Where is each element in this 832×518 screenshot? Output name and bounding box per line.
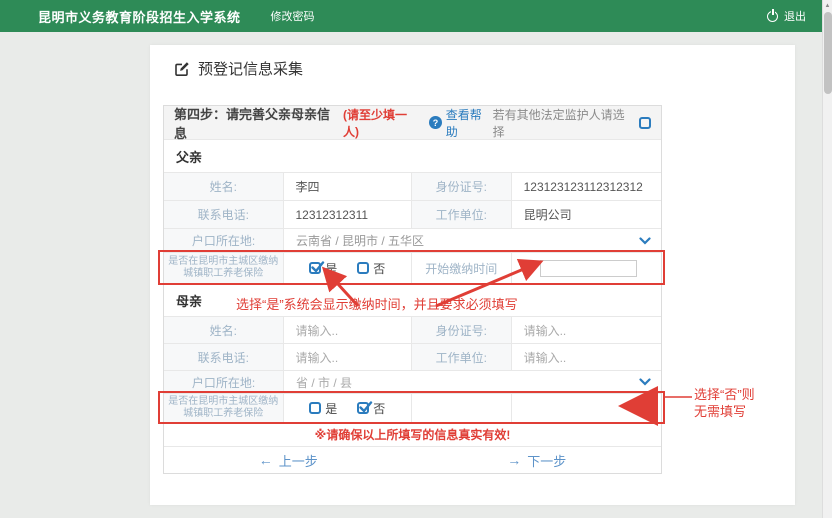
father-work-label: 工作单位: (412, 201, 512, 228)
mother-section-title: 母亲 (176, 293, 203, 309)
edit-icon (174, 61, 190, 77)
father-residence-value: 云南省 / 昆明市 / 五华区 (296, 234, 425, 248)
top-bar: 昆明市义务教育阶段招生入学系统 修改密码 退出 (0, 0, 822, 32)
chevron-down-icon[interactable] (639, 236, 651, 245)
mother-insurance-options: 是 否 (284, 394, 413, 422)
father-residence-row: 户口所在地: 云南省 / 昆明市 / 五华区 (164, 229, 661, 253)
father-phone-field[interactable]: 12312312311 (284, 201, 413, 228)
mother-phone-field[interactable]: 请输入.. (284, 344, 413, 370)
pay-start-time-input[interactable] (539, 259, 637, 277)
other-guardian-checkbox[interactable] (639, 116, 651, 129)
annotation-yes-note: 选择“是”系统会显示缴纳时间，并且要求必须填写 (236, 297, 518, 312)
father-insurance-yes[interactable]: 是 (309, 260, 337, 277)
father-insurance-row: 是否在昆明市主城区缴纳城镇职工养老保险 是 否 开始缴纳时间 (164, 253, 661, 284)
view-help-link[interactable]: 查看帮助 (446, 106, 493, 140)
card-title-text: 预登记信息采集 (198, 61, 304, 78)
mother-phone-label: 联系电话: (164, 344, 284, 370)
mother-insurance-empty-cell (412, 394, 512, 422)
father-phone-label: 联系电话: (164, 201, 284, 228)
step-title: 第四步：请完善父亲母亲信息 (174, 106, 331, 141)
chevron-down-icon[interactable] (639, 378, 651, 386)
mother-insurance-no[interactable]: 否 (357, 400, 385, 417)
prev-step-button[interactable]: ← 上一步 (259, 451, 318, 470)
scroll-up-icon[interactable]: ▲ (823, 0, 832, 12)
father-name-field[interactable]: 李四 (284, 173, 413, 200)
checkbox-unchecked-icon[interactable] (309, 402, 322, 414)
mother-id-field[interactable]: 请输入.. (512, 317, 661, 343)
scrollbar[interactable]: ▲ (822, 0, 832, 518)
other-guardian-label: 若有其他法定监护人请选择 (492, 107, 625, 139)
pay-start-time-label: 开始缴纳时间 (412, 253, 512, 283)
mother-work-label: 工作单位: (412, 344, 512, 370)
notice-text: ※请确保以上所填写的信息真实有效! (314, 428, 511, 442)
power-icon (767, 8, 778, 22)
father-work-field[interactable]: 昆明公司 (512, 201, 661, 228)
right-arrow-icon: → (507, 452, 522, 468)
annotation-no-note-line1: 选择“否”则 (694, 387, 755, 402)
mother-insurance-label: 是否在昆明市主城区缴纳城镇职工养老保险 (164, 394, 284, 422)
other-guardian-option: 若有其他法定监护人请选择 (493, 106, 651, 140)
checkbox-checked-icon[interactable] (357, 401, 373, 414)
scrollbar-thumb[interactable] (824, 12, 832, 94)
father-id-label: 身份证号: (412, 173, 512, 200)
next-step-button[interactable]: → 下一步 (507, 451, 566, 470)
mother-insurance-yes[interactable]: 是 (309, 400, 337, 417)
nav-row: ← 上一步 → 下一步 (164, 447, 661, 473)
father-residence-label: 户口所在地: (164, 229, 284, 252)
mother-name-id-row: 姓名: 请输入.. 身份证号: 请输入.. (164, 317, 661, 344)
nav-right: → 下一步 (413, 447, 662, 473)
annotation-no-note: 选择“否”则 无需填写 (694, 386, 755, 420)
pre-registration-card: 预登记信息采集 第四步：请完善父亲母亲信息 (请至少填一人) ? 查看帮助 若有… (150, 45, 795, 505)
checkbox-unchecked-icon[interactable] (357, 262, 370, 274)
step-header-row: 第四步：请完善父亲母亲信息 (请至少填一人) ? 查看帮助 若有其他法定监护人请… (164, 104, 661, 142)
father-name-id-row: 姓名: 李四 身份证号: 123123123112312312 (164, 173, 661, 201)
next-step-label: 下一步 (527, 453, 567, 469)
mother-insurance-empty-cell (512, 394, 661, 422)
mother-name-field[interactable]: 请输入.. (284, 317, 413, 343)
page: 昆明市义务教育阶段招生入学系统 修改密码 退出 ▲ 预登记信息采集 第四步：请完… (0, 0, 832, 518)
logout-label: 退出 (784, 11, 806, 23)
step-subtitle: (请至少填一人) (343, 107, 407, 139)
mother-residence-value: 省 / 市 / 县 (296, 375, 353, 390)
step-header-left: 第四步：请完善父亲母亲信息 (请至少填一人) ? 查看帮助 (174, 104, 493, 142)
card-title: 预登记信息采集 (174, 58, 303, 79)
checkbox-checked-icon[interactable] (309, 261, 325, 274)
father-name-label: 姓名: (164, 173, 284, 200)
change-password-link[interactable]: 修改密码 (271, 8, 315, 24)
mother-insurance-no-label: 否 (373, 401, 386, 416)
mother-residence-row: 户口所在地: 省 / 市 / 县 (164, 371, 661, 394)
mother-id-label: 身份证号: (412, 317, 512, 343)
mother-name-label: 姓名: (164, 317, 284, 343)
father-insurance-label: 是否在昆明市主城区缴纳城镇职工养老保险 (164, 253, 284, 283)
father-insurance-no-label: 否 (373, 261, 386, 276)
left-arrow-icon: ← (258, 452, 273, 468)
logout-button[interactable]: 退出 (767, 8, 806, 24)
mother-residence-label: 户口所在地: (164, 371, 284, 393)
mother-work-field[interactable]: 请输入.. (512, 344, 661, 370)
father-residence-select[interactable]: 云南省 / 昆明市 / 五华区 (284, 229, 661, 252)
app-title: 昆明市义务教育阶段招生入学系统 (38, 9, 241, 25)
mother-residence-select[interactable]: 省 / 市 / 县 (284, 371, 661, 393)
mother-insurance-yes-label: 是 (325, 401, 338, 416)
father-section-title: 父亲 (176, 149, 203, 165)
help-icon[interactable]: ? (429, 116, 442, 129)
father-section-header: 父亲 (164, 140, 661, 173)
father-phone-work-row: 联系电话: 12312312311 工作单位: 昆明公司 (164, 201, 661, 229)
father-insurance-options: 是 否 (284, 253, 413, 283)
father-insurance-no[interactable]: 否 (357, 260, 385, 277)
nav-left: ← 上一步 (164, 447, 413, 473)
form-table: 第四步：请完善父亲母亲信息 (请至少填一人) ? 查看帮助 若有其他法定监护人请… (163, 105, 662, 474)
prev-step-label: 上一步 (278, 453, 318, 469)
notice-row: ※请确保以上所填写的信息真实有效! (164, 423, 661, 447)
mother-insurance-row: 是否在昆明市主城区缴纳城镇职工养老保险 是 否 (164, 394, 661, 423)
mother-phone-work-row: 联系电话: 请输入.. 工作单位: 请输入.. (164, 344, 661, 371)
pay-start-time-cell (512, 253, 661, 283)
annotation-no-note-line2: 无需填写 (694, 404, 747, 419)
father-insurance-yes-label: 是 (325, 261, 338, 276)
father-id-field[interactable]: 123123123112312312 (512, 173, 661, 200)
